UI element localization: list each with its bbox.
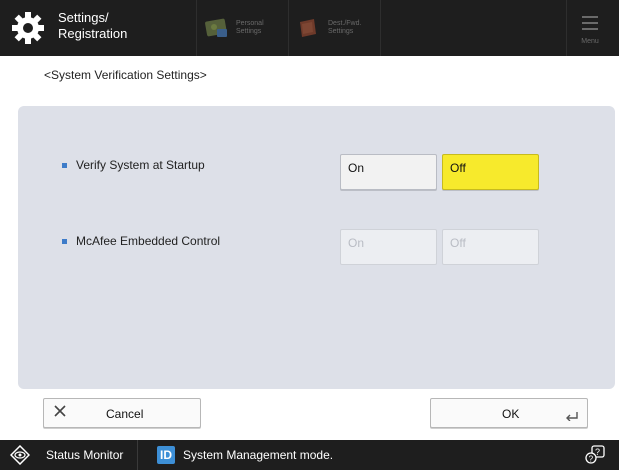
svg-text:?: ?	[589, 454, 594, 463]
verify-system-row-label: Verify System at Startup	[62, 158, 205, 172]
menu-label: Menu	[581, 38, 599, 45]
personal-settings-line1: Personal	[236, 20, 264, 27]
topbar-divider	[288, 0, 289, 56]
app-title-line2: Registration	[58, 26, 128, 41]
dest-fwd-settings-line2: Settings	[328, 28, 354, 35]
top-bar: Settings/ Registration Personal Settings…	[0, 0, 619, 56]
close-x-icon	[54, 405, 66, 417]
mcafee-row-label: McAfee Embedded Control	[62, 234, 220, 248]
mode-status-text: System Management mode.	[183, 448, 334, 462]
ok-label: OK	[502, 407, 520, 421]
verify-system-label: Verify System at Startup	[76, 158, 205, 172]
verify-system-on-button[interactable]: On	[340, 154, 437, 190]
verify-system-off-button[interactable]: Off	[442, 154, 539, 190]
help-icon[interactable]: ? ?	[584, 444, 606, 466]
personal-settings-tab[interactable]: Personal Settings	[204, 14, 264, 42]
mcafee-off-button[interactable]: Off	[442, 229, 539, 265]
statusbar-divider	[137, 440, 138, 470]
dest-fwd-settings-line1: Dest./Fwd.	[328, 20, 362, 27]
topbar-divider	[196, 0, 197, 56]
dest-fwd-settings-tab[interactable]: Dest./Fwd. Settings	[296, 14, 361, 42]
topbar-divider	[380, 0, 381, 56]
personal-settings-line2: Settings	[236, 28, 262, 35]
menu-button[interactable]: Menu	[572, 10, 608, 50]
gear-icon[interactable]	[10, 10, 46, 46]
bullet-icon	[62, 162, 67, 168]
hamburger-menu-icon	[582, 16, 598, 34]
cancel-label: Cancel	[106, 407, 144, 421]
status-monitor-button[interactable]: Status Monitor	[46, 448, 123, 462]
ok-button[interactable]: OK	[430, 398, 588, 428]
app-title-line1: Settings/	[58, 10, 109, 25]
cancel-button[interactable]: Cancel	[43, 398, 201, 428]
topbar-divider	[566, 0, 567, 56]
status-monitor-icon[interactable]	[9, 444, 31, 466]
page-title: <System Verification Settings>	[44, 68, 207, 82]
id-badge-icon: ID	[157, 446, 175, 464]
mcafee-on-button[interactable]: On	[340, 229, 437, 265]
bullet-icon	[62, 238, 67, 244]
app-title: Settings/ Registration	[58, 10, 127, 42]
return-arrow-icon	[566, 412, 578, 421]
status-bar: Status Monitor ID System Management mode…	[0, 440, 619, 470]
mcafee-label: McAfee Embedded Control	[76, 234, 221, 248]
dest-fwd-settings-icon	[300, 19, 316, 37]
personal-settings-icon	[205, 18, 227, 37]
